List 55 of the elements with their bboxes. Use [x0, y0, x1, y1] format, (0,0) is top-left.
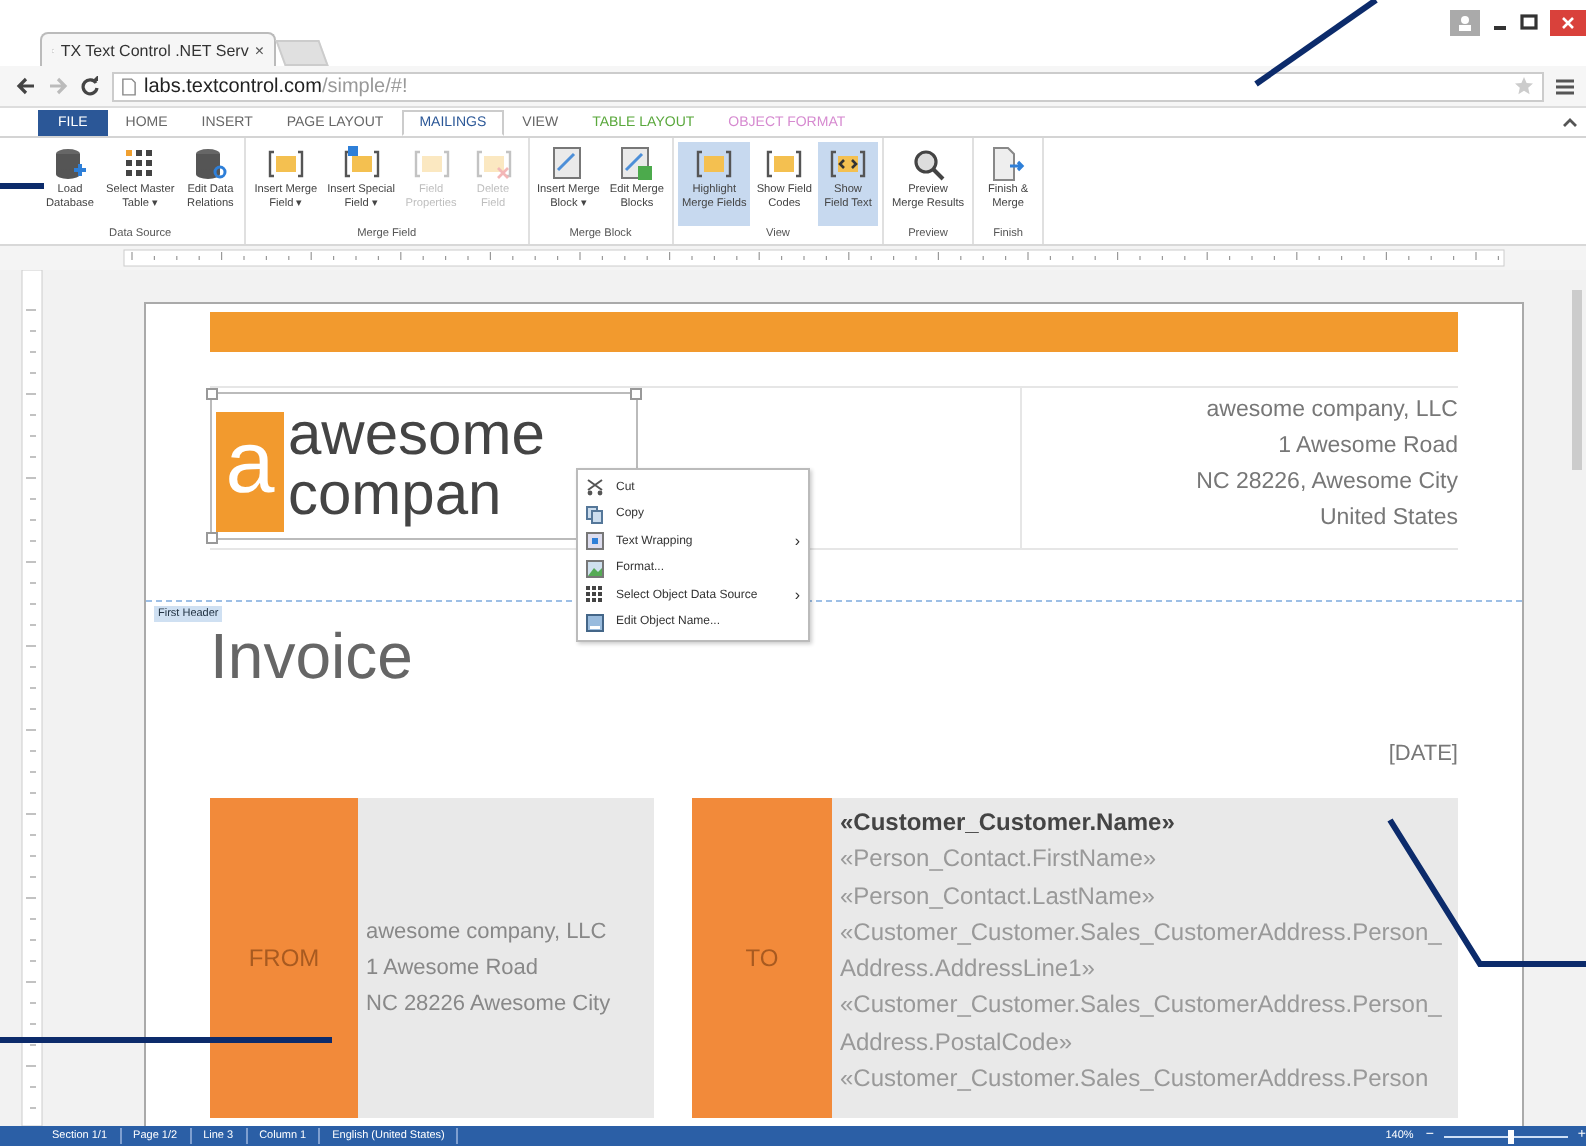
from-address-line: awesome company, LLC	[366, 918, 609, 948]
collapse-ribbon-icon[interactable]	[1562, 116, 1578, 128]
database-icon	[52, 146, 88, 182]
browser-tab[interactable]: TX Text Control .NET Serv ×	[40, 32, 276, 66]
wrap-icon	[586, 532, 604, 551]
dots-icon	[586, 586, 604, 605]
delete-field-icon	[475, 146, 511, 182]
merge-field: Address.PostalCode»	[840, 1023, 1458, 1061]
field-icon	[267, 146, 304, 182]
leader-line	[1254, 0, 1378, 87]
block-plus-icon	[618, 146, 655, 182]
merge-field: «Customer_Customer.Name»	[840, 804, 1458, 841]
url-text: labs.textcontrol.com/simple/#!	[144, 75, 408, 97]
maximize-icon[interactable]	[1520, 10, 1538, 36]
invoice-title: Invoice	[210, 618, 413, 694]
brackets-icon	[766, 146, 803, 182]
merge-field: «Customer_Customer.Sales_CustomerAddress.Person_	[840, 986, 1458, 1024]
frame-icon	[696, 146, 733, 182]
page-icon	[122, 77, 136, 95]
tab-close-button[interactable]: ×	[254, 41, 264, 59]
picture-icon	[586, 559, 604, 578]
merge-field: Address.AddressLine1»	[840, 950, 1458, 987]
database-link-icon	[192, 146, 229, 182]
scrollbar[interactable]	[1572, 290, 1582, 470]
from-address-line: 1 Awesome Road	[366, 954, 541, 984]
company-address-line: 1 Awesome Road	[1278, 432, 1458, 462]
address-field[interactable]: labs.textcontrol.com/simple/#!	[112, 71, 1544, 101]
merge-field: «Person_Contact.FirstName»	[840, 840, 1458, 878]
flag-field-icon	[343, 146, 380, 182]
tab-title: TX Text Control .NET Serv	[60, 41, 249, 59]
table-cell: TO	[692, 798, 832, 1118]
company-address-line: United States	[1319, 504, 1458, 534]
star-icon[interactable]	[1514, 76, 1534, 96]
back-icon[interactable]	[16, 76, 36, 96]
table-cell: FROM	[210, 798, 358, 1118]
merge-field: «Customer_Customer.Sales_CustomerAddress.Person_	[840, 913, 1458, 951]
chevrons-icon	[829, 146, 866, 182]
reload-icon[interactable]	[80, 76, 100, 96]
merge-field: «Customer_Customer.Sales_CustomerAddress.Person	[840, 1060, 1458, 1097]
zoom-slider-thumb[interactable]	[1508, 1129, 1514, 1143]
close-icon[interactable]	[1550, 10, 1586, 36]
merge-field: «Person_Contact.LastName»	[840, 877, 1458, 914]
window-icon	[586, 613, 604, 632]
field-icon	[413, 146, 449, 182]
company-address-line: NC 28226, Awesome City	[1196, 468, 1458, 498]
copy-icon	[586, 505, 604, 524]
doc-arrow-icon	[990, 146, 1027, 182]
scissors-icon	[586, 478, 604, 497]
menu-icon[interactable]	[1556, 77, 1574, 95]
leader-line	[0, 183, 44, 189]
company-address-line: awesome company, LLC	[1206, 396, 1458, 426]
date-field: [DATE]	[210, 742, 1458, 766]
from-address-line: NC 28226 Awesome City	[366, 990, 613, 1020]
magnifier-icon	[910, 146, 947, 182]
block-icon	[550, 146, 587, 182]
